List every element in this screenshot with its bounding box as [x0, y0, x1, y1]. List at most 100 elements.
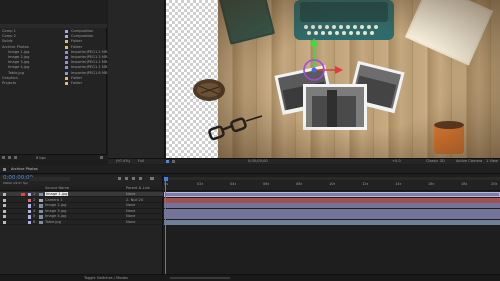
close-icon[interactable] — [3, 167, 6, 171]
label-swatch[interactable] — [28, 209, 32, 214]
parent-dropdown[interactable]: 2. Null 20 — [126, 198, 143, 202]
layer-name[interactable]: Table.jpg — [45, 220, 61, 224]
bpc-toggle[interactable]: 8 bpc — [36, 156, 46, 161]
layer-name[interactable]: Image 1.jpg — [45, 192, 69, 197]
eye-icon[interactable] — [3, 204, 6, 208]
layer-bar-camera-1[interactable] — [164, 197, 500, 203]
label-swatch[interactable] — [28, 215, 32, 219]
layer-name[interactable]: Camera 1 — [45, 198, 63, 202]
label-swatch[interactable] — [65, 40, 68, 44]
timeline-status-bar: Toggle Switches / Modes — [0, 274, 500, 281]
layer-number: 3 — [33, 203, 36, 208]
parent-dropdown[interactable]: None — [126, 214, 135, 218]
parent-dropdown[interactable]: None — [126, 192, 135, 196]
project-item[interactable]: Projects Folder — [2, 81, 109, 86]
layer-bar-image-4[interactable] — [164, 214, 500, 220]
ruler-tick-label: 20s — [491, 182, 498, 186]
label-swatch[interactable] — [65, 50, 68, 54]
motion-blur-icon[interactable] — [139, 177, 142, 180]
timeline-tab-bar: Archive Photos — [0, 165, 500, 174]
project-item-list: Comp 1 Composition Comp 2 Composition So… — [2, 29, 107, 93]
draft-3d-icon[interactable] — [118, 177, 121, 180]
exposure-value[interactable]: +0.0 — [392, 159, 401, 164]
project-search-bar[interactable] — [0, 24, 107, 28]
new-folder-icon[interactable] — [8, 156, 11, 159]
layer-name[interactable]: Image 4.jpg — [45, 214, 66, 218]
parent-dropdown[interactable]: None — [126, 209, 135, 213]
label-swatch[interactable] — [65, 35, 68, 39]
layer-number: 6 — [33, 220, 36, 224]
timeline-track-area[interactable]: 0s 02s 04s 06s 08s 10s 12s 14s 16s 18s 2… — [164, 175, 500, 274]
layer-bar-image-3[interactable] — [164, 208, 500, 214]
eye-icon[interactable] — [3, 221, 6, 224]
view-layout-dropdown[interactable]: 1 View — [486, 159, 498, 164]
graph-editor-icon[interactable] — [150, 177, 154, 180]
label-swatch[interactable] — [65, 30, 68, 33]
layer-row[interactable]: 5 Image 4.jpg None — [0, 214, 163, 220]
playhead[interactable] — [165, 178, 166, 274]
trash-icon[interactable] — [100, 156, 103, 159]
ruler-tick-label: 12s — [362, 182, 369, 186]
eye-icon[interactable] — [3, 198, 6, 202]
label-swatch[interactable] — [65, 76, 68, 80]
layer-column-header: Source Name Parent & Link — [0, 186, 163, 191]
new-composition-icon[interactable] — [14, 156, 17, 159]
parent-dropdown[interactable]: None — [126, 220, 135, 224]
grid-toggle-icon[interactable] — [172, 160, 175, 163]
ruler-tick-label: 16s — [428, 182, 435, 186]
time-ruler[interactable]: 0s 02s 04s 06s 08s 10s 12s 14s 16s 18s 2… — [164, 180, 500, 191]
eye-icon[interactable] — [3, 193, 6, 196]
project-preview-area — [0, 0, 107, 24]
layer-row[interactable]: 1 Image 1.jpg None — [0, 192, 163, 198]
label-swatch[interactable] — [65, 82, 68, 85]
ruler-tick-label: 18s — [461, 182, 468, 186]
layer-bar-image-2[interactable] — [164, 203, 500, 209]
resolution-dropdown[interactable]: Full — [138, 159, 144, 164]
camera-dropdown[interactable]: Active Camera — [456, 159, 482, 164]
camera-icon — [39, 198, 43, 202]
parent-link-header[interactable]: Parent & Link — [126, 186, 150, 191]
label-swatch[interactable] — [28, 193, 32, 197]
label-swatch[interactable] — [28, 198, 32, 202]
interpret-footage-icon[interactable] — [2, 156, 5, 159]
label-swatch[interactable] — [65, 66, 68, 70]
eye-icon[interactable] — [3, 209, 6, 213]
zoom-dropdown[interactable]: (97.4%) — [116, 159, 130, 164]
layer-row[interactable]: 2 Camera 1 2. Null 20 — [0, 198, 163, 203]
frame-blending-icon[interactable] — [132, 177, 135, 180]
viewer-timecode[interactable]: 0;00;00;00 — [248, 159, 268, 164]
layer-number: 2 — [33, 197, 36, 202]
ruler-tick-label: 06s — [263, 182, 270, 186]
layer-name[interactable]: Image 2.jpg — [45, 203, 66, 207]
layer-name[interactable]: Image 3.jpg — [45, 209, 66, 213]
ruler-tick-label: 14s — [395, 182, 402, 186]
label-swatch[interactable] — [65, 71, 68, 75]
renderer-dropdown[interactable]: Classic 3D — [426, 159, 445, 164]
region-of-interest-icon[interactable] — [166, 160, 169, 163]
project-footer: 8 bpc — [0, 154, 107, 160]
layer-search-input[interactable] — [30, 177, 70, 181]
ruler-tick-label: 10s — [329, 182, 336, 186]
label-swatch[interactable] — [65, 45, 68, 49]
layer-row[interactable]: 6 Table.jpg None — [0, 220, 163, 226]
source-name-header[interactable]: Source Name — [45, 186, 69, 191]
ruler-tick-label: 04s — [230, 182, 237, 186]
layer-row[interactable]: 4 Image 3.jpg None — [0, 209, 163, 215]
layer-row[interactable]: 3 Image 2.jpg None — [0, 203, 163, 209]
ruler-tick-label: 02s — [197, 182, 204, 186]
label-swatch[interactable] — [65, 56, 68, 59]
footage-icon — [39, 221, 43, 225]
tab-archive-photos[interactable]: Archive Photos — [11, 167, 38, 172]
layer-bar-table[interactable] — [164, 220, 500, 225]
label-swatch[interactable] — [65, 61, 68, 65]
layer-bar-image-1[interactable] — [164, 192, 500, 197]
playhead-handle[interactable] — [164, 177, 168, 181]
parent-dropdown[interactable]: None — [126, 203, 135, 207]
toggle-switches-modes[interactable]: Toggle Switches / Modes — [84, 276, 128, 281]
label-swatch[interactable] — [28, 204, 32, 208]
eye-icon[interactable] — [3, 215, 6, 219]
zoom-slider[interactable] — [170, 277, 230, 279]
viewer-controls: (97.4%) Full 0;00;00;00 +0.0 Classic 3D … — [108, 158, 500, 164]
label-swatch[interactable] — [28, 221, 32, 225]
shy-icon[interactable] — [125, 177, 128, 180]
